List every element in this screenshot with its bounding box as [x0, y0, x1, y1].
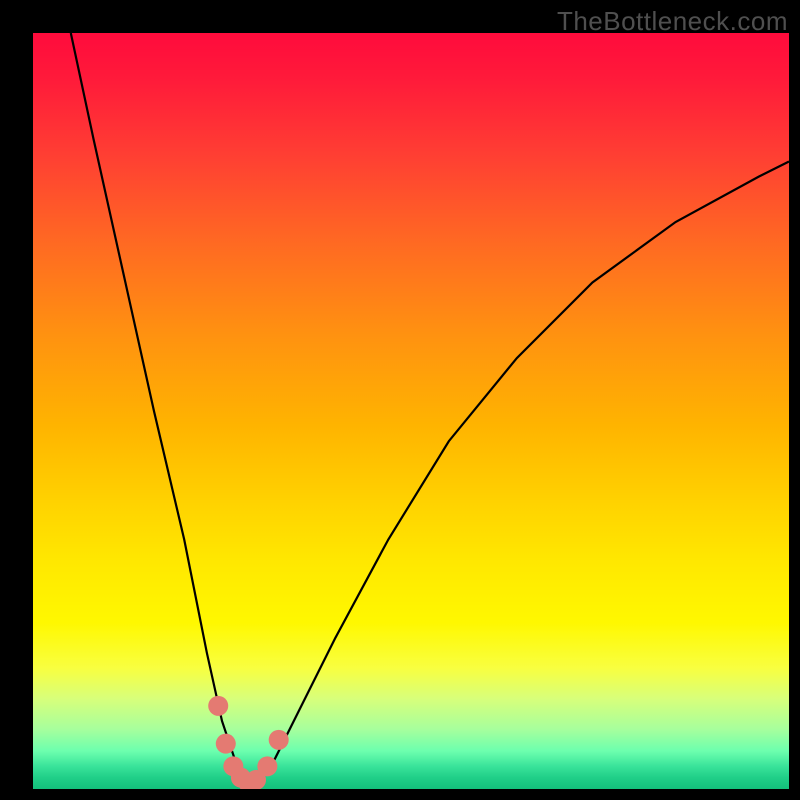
marker-dot: [257, 756, 277, 776]
plot-area: [33, 33, 789, 789]
bottleneck-curve: [71, 33, 789, 785]
marker-dot: [208, 696, 228, 716]
curve-line: [71, 33, 789, 785]
marker-dot: [269, 730, 289, 750]
chart-svg: [33, 33, 789, 789]
watermark-text: TheBottleneck.com: [557, 6, 788, 37]
chart-frame: TheBottleneck.com: [0, 0, 800, 800]
highlight-markers: [208, 696, 288, 789]
marker-dot: [216, 734, 236, 754]
